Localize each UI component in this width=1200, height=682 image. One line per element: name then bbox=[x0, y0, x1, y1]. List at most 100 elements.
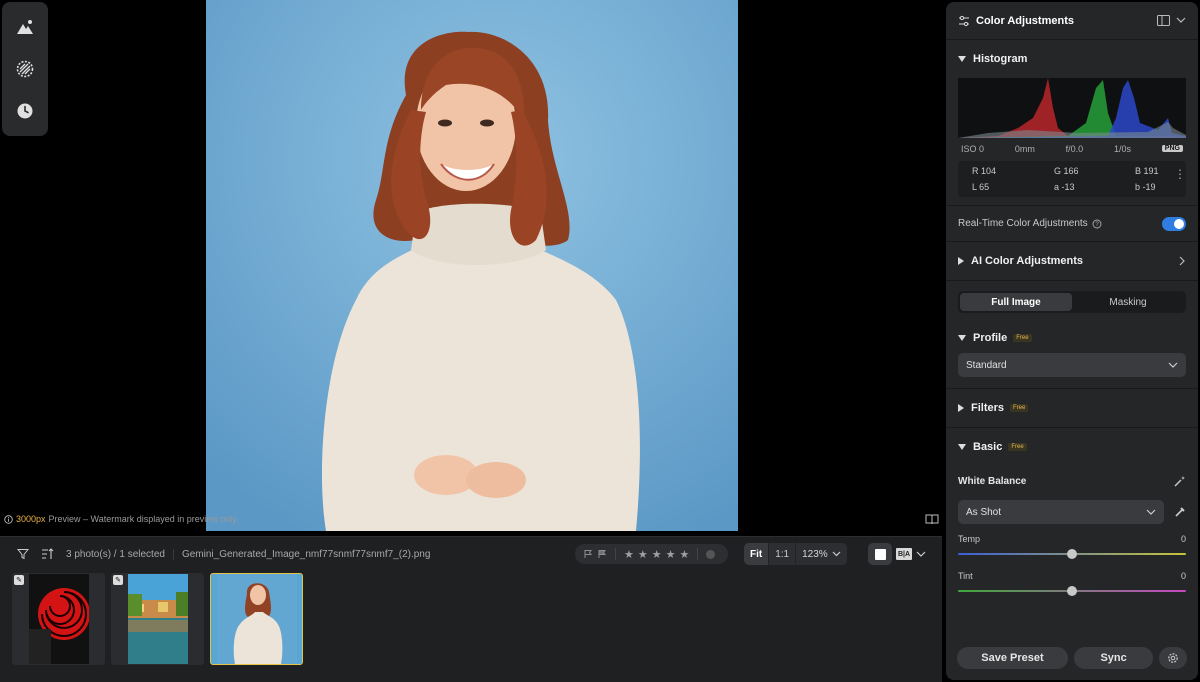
clock-icon bbox=[17, 103, 33, 119]
filter-button[interactable] bbox=[15, 546, 31, 562]
filter-icon bbox=[17, 549, 29, 560]
auto-magic-wand-icon[interactable] bbox=[1174, 475, 1186, 487]
color-values-box: R 104 G 166 B 191 L 65 a -13 b -19 ⋮ bbox=[958, 161, 1186, 197]
realtime-toggle[interactable] bbox=[1162, 216, 1186, 231]
histogram-header[interactable]: Histogram bbox=[946, 40, 1198, 78]
star-5[interactable]: ★ bbox=[680, 548, 690, 561]
tint-label: Tint bbox=[958, 571, 973, 581]
star-3[interactable]: ★ bbox=[652, 548, 662, 561]
aperture: f/0.0 bbox=[1065, 143, 1084, 154]
single-view-button[interactable] bbox=[868, 543, 892, 565]
basic-section: Basic Free White Balance As Shot Temp 0 Ti… bbox=[946, 427, 1198, 596]
ai-color-title: AI Color Adjustments bbox=[971, 255, 1084, 267]
star-4[interactable]: ★ bbox=[666, 548, 676, 561]
thumbnail-image bbox=[28, 574, 89, 664]
texture-tool-button[interactable] bbox=[8, 52, 42, 86]
chevron-down-icon[interactable] bbox=[1176, 17, 1186, 24]
main-photo-canvas[interactable] bbox=[206, 0, 738, 531]
tab-masking[interactable]: Masking bbox=[1072, 293, 1184, 311]
tool-rail bbox=[2, 2, 48, 136]
filters-header[interactable]: Filters Free bbox=[946, 389, 1198, 427]
expand-triangle-icon bbox=[958, 257, 964, 265]
star-2[interactable]: ★ bbox=[638, 548, 648, 561]
tint-slider[interactable] bbox=[958, 586, 1186, 596]
white-balance-row: White Balance bbox=[946, 466, 1198, 496]
chevron-down-icon[interactable] bbox=[916, 551, 926, 558]
preview-note: 3000px Preview – Watermark displayed in … bbox=[4, 514, 239, 524]
zoom-fit-button[interactable]: Fit bbox=[744, 543, 769, 565]
zoom-percent-dropdown[interactable]: 123% bbox=[795, 543, 847, 565]
app-window: 3000px Preview – Watermark displayed in … bbox=[0, 0, 1200, 682]
thumbnail-portrait[interactable] bbox=[210, 573, 303, 665]
star-1[interactable]: ★ bbox=[624, 548, 634, 561]
flag-icon[interactable] bbox=[583, 549, 593, 559]
chevron-down-icon bbox=[832, 551, 841, 557]
temp-value: 0 bbox=[1180, 534, 1186, 544]
compare-view-icon[interactable] bbox=[925, 513, 939, 525]
reject-flag-icon[interactable] bbox=[597, 549, 607, 559]
iso-value: ISO 0 bbox=[961, 143, 985, 154]
edited-pencil-icon: ✎ bbox=[14, 575, 24, 585]
preview-resolution: 3000px bbox=[16, 514, 46, 524]
tint-slider-knob[interactable] bbox=[1067, 586, 1077, 596]
ai-color-header[interactable]: AI Color Adjustments bbox=[946, 242, 1198, 280]
sort-button[interactable] bbox=[39, 546, 55, 562]
realtime-label: Real-Time Color Adjustments bbox=[958, 218, 1088, 229]
profile-header[interactable]: Profile Free bbox=[946, 323, 1198, 353]
ai-color-section: AI Color Adjustments bbox=[946, 242, 1198, 281]
info-icon bbox=[4, 514, 13, 524]
l-value: L 65 bbox=[972, 182, 990, 192]
view-mode-controls: B|A bbox=[868, 543, 926, 565]
history-tool-button[interactable] bbox=[8, 94, 42, 128]
filters-title: Filters bbox=[971, 402, 1005, 414]
more-options-icon[interactable]: ⋮ bbox=[1174, 168, 1186, 180]
photo-count: 3 photo(s) / 1 selected bbox=[66, 548, 165, 560]
mask-mode-tabs: Full Image Masking bbox=[958, 291, 1186, 313]
tab-full-image[interactable]: Full Image bbox=[960, 293, 1072, 311]
thumbnail-spiral[interactable]: ✎ bbox=[12, 573, 105, 665]
profile-select[interactable]: Standard bbox=[958, 353, 1186, 377]
sliders-icon bbox=[959, 15, 969, 26]
basic-header[interactable]: Basic Free bbox=[946, 428, 1198, 466]
portrait-image bbox=[206, 0, 738, 531]
temp-slider[interactable] bbox=[958, 549, 1186, 559]
format-badge: PNG bbox=[1161, 145, 1183, 152]
zoom-1-1-button[interactable]: 1:1 bbox=[768, 543, 795, 565]
texture-icon bbox=[16, 60, 34, 78]
eyedropper-icon[interactable] bbox=[1174, 506, 1186, 518]
a-value: a -13 bbox=[1054, 182, 1075, 192]
edited-pencil-icon: ✎ bbox=[113, 575, 123, 585]
white-balance-label: White Balance bbox=[958, 475, 1027, 487]
white-balance-select[interactable]: As Shot bbox=[958, 500, 1164, 524]
basic-title: Basic bbox=[973, 441, 1003, 453]
panel-title: Color Adjustments bbox=[976, 14, 1074, 27]
thumbnail-canal[interactable]: ✎ bbox=[111, 573, 204, 665]
save-preset-button[interactable]: Save Preset bbox=[957, 647, 1068, 669]
temp-slider-knob[interactable] bbox=[1067, 549, 1077, 559]
collapse-triangle-icon bbox=[958, 56, 966, 62]
free-badge: Free bbox=[1010, 404, 1029, 412]
thumbnail-image bbox=[127, 574, 188, 664]
panel-layout-icon[interactable] bbox=[1157, 15, 1170, 26]
filters-section: Filters Free bbox=[946, 388, 1198, 427]
help-icon[interactable]: ? bbox=[1092, 219, 1102, 229]
collapse-triangle-icon bbox=[958, 444, 966, 450]
rating-bar: ★ ★ ★ ★ ★ bbox=[575, 544, 728, 564]
sync-settings-button[interactable] bbox=[1159, 647, 1187, 669]
histogram-title: Histogram bbox=[973, 53, 1028, 65]
color-label-dot[interactable] bbox=[706, 549, 716, 559]
temp-label: Temp bbox=[958, 534, 981, 544]
shutter-speed: 1/0s bbox=[1113, 143, 1131, 154]
tint-value: 0 bbox=[1180, 571, 1186, 581]
filmstrip: 3 photo(s) / 1 selected Gemini_Generated… bbox=[0, 536, 942, 682]
b-value: B 191 bbox=[1135, 166, 1159, 176]
mountain-edit-icon bbox=[17, 20, 33, 34]
chevron-down-icon bbox=[1168, 362, 1178, 368]
chevron-down-icon bbox=[1146, 509, 1156, 515]
before-after-button[interactable]: B|A bbox=[896, 548, 912, 560]
edit-tool-button[interactable] bbox=[8, 10, 42, 44]
g-value: G 166 bbox=[1054, 166, 1079, 176]
free-badge: Free bbox=[1013, 334, 1032, 342]
sync-button[interactable]: Sync bbox=[1073, 647, 1154, 669]
thumbnail-image bbox=[216, 574, 297, 664]
